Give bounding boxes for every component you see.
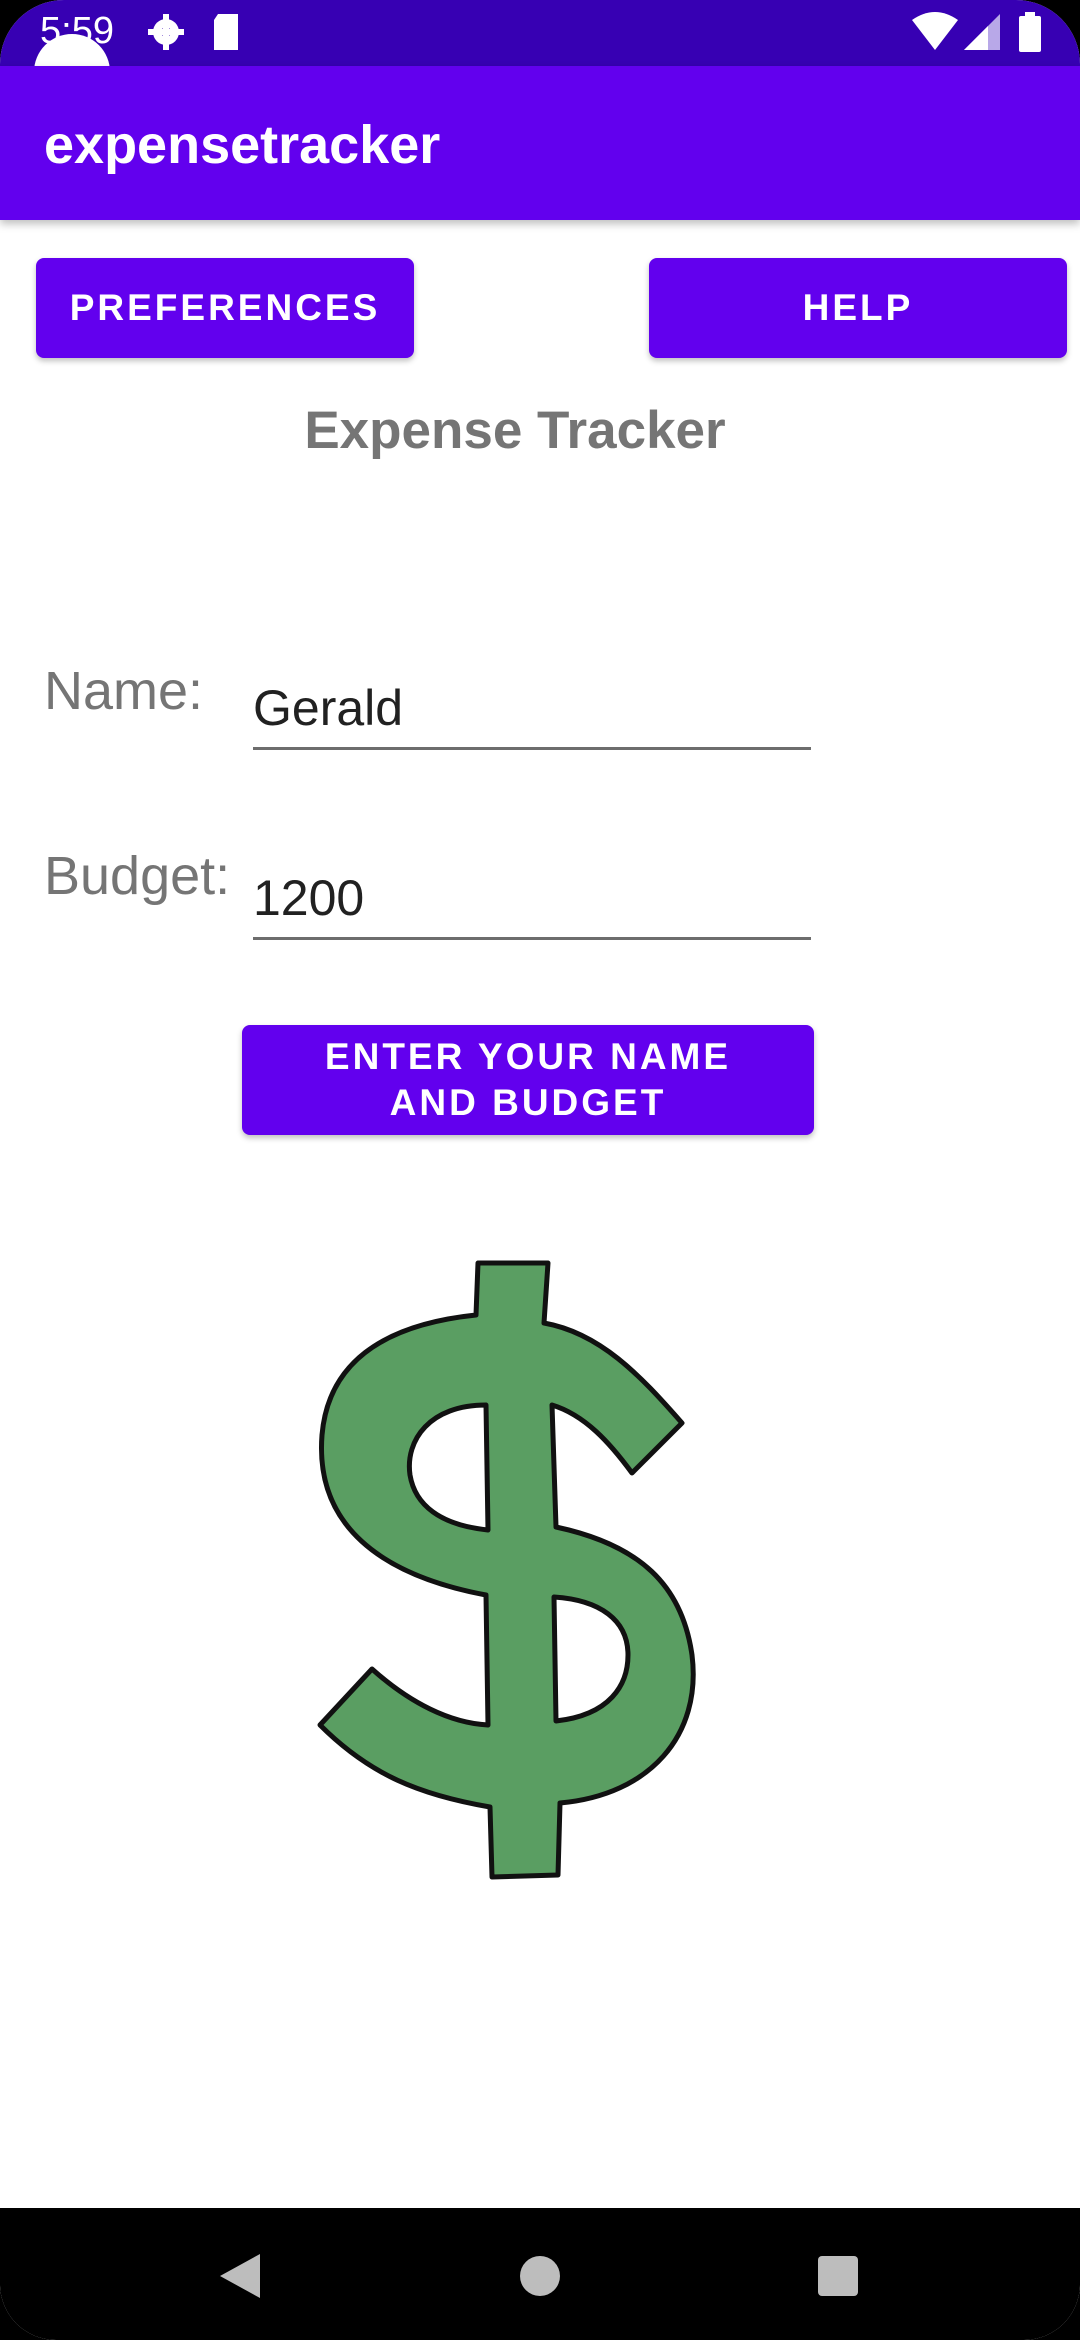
status-bar: 5:59 <box>0 0 1080 66</box>
dollar-sign-icon <box>317 1260 696 1880</box>
budget-field[interactable]: 1200 <box>253 850 811 940</box>
budget-label: Budget: <box>44 846 231 906</box>
preferences-button[interactable]: PREFERENCES <box>36 258 414 358</box>
enter-name-budget-button[interactable]: ENTER YOUR NAME AND BUDGET <box>242 1025 814 1135</box>
sd-card-icon <box>214 14 238 50</box>
page-title: Expense Tracker <box>304 401 726 460</box>
app-screen: 5:59 expensetracker PREFERENCES HELP Exp… <box>0 0 1080 2340</box>
help-button[interactable]: HELP <box>649 258 1067 358</box>
name-label: Name: <box>44 661 204 721</box>
wifi-icon <box>912 12 958 50</box>
battery-icon <box>1019 12 1041 52</box>
home-icon[interactable] <box>518 2254 562 2298</box>
budget-field-value: 1200 <box>253 870 365 926</box>
navigation-bar <box>0 2208 1080 2340</box>
name-field[interactable]: Gerald <box>253 660 811 750</box>
gear-icon <box>148 14 184 50</box>
app-bar: expensetracker <box>0 66 1080 220</box>
app-title: expensetracker <box>44 115 441 175</box>
back-icon[interactable] <box>218 2252 262 2300</box>
signal-icon <box>964 14 1000 50</box>
recents-icon[interactable] <box>817 2255 859 2297</box>
name-field-value: Gerald <box>253 680 404 736</box>
